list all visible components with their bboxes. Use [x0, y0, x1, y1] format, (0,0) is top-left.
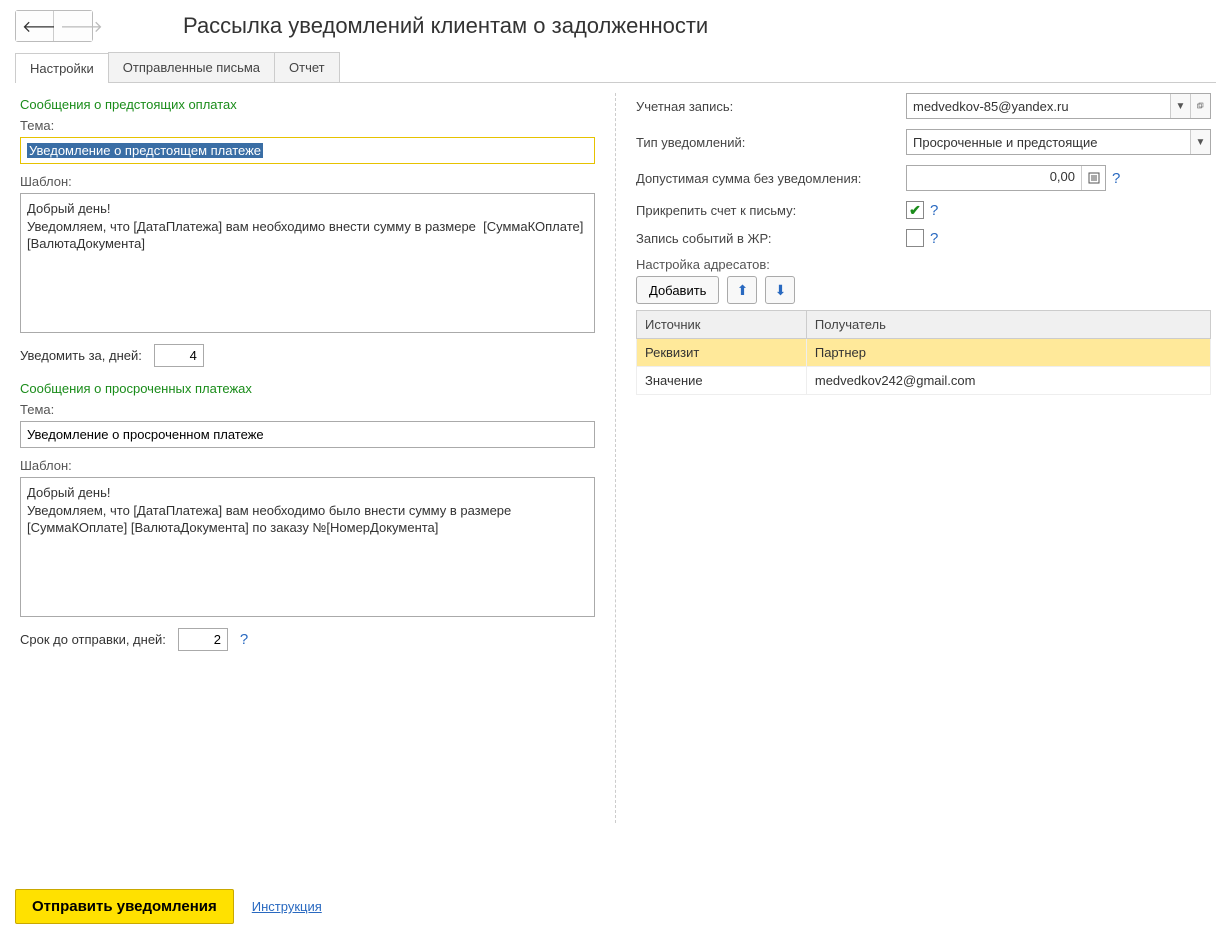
tab-sent-letters[interactable]: Отправленные письма — [108, 52, 275, 82]
send-notifications-button[interactable]: Отправить уведомления — [15, 889, 234, 924]
notify-days-label: Уведомить за, дней: — [20, 348, 142, 363]
upcoming-template-textarea[interactable] — [20, 193, 595, 333]
recipients-table: Источник Получатель Реквизит Партнер Зна… — [636, 310, 1211, 395]
overdue-subject-input[interactable] — [20, 421, 595, 448]
allowed-sum-label: Допустимая сумма без уведомления: — [636, 171, 906, 186]
help-icon[interactable]: ? — [930, 202, 938, 219]
move-up-button[interactable]: ⬆ — [727, 276, 757, 304]
notif-type-dropdown-button[interactable]: ▼ — [1190, 130, 1210, 154]
overdue-template-label: Шаблон: — [20, 458, 595, 473]
log-label: Запись событий в ЖР: — [636, 231, 906, 246]
upcoming-template-label: Шаблон: — [20, 174, 595, 189]
arrow-up-icon: ⬆ — [737, 282, 749, 299]
nav-back-button[interactable]: 🡐 — [16, 11, 54, 41]
upcoming-section-title: Сообщения о предстоящих оплатах — [20, 97, 595, 112]
instruction-link[interactable]: Инструкция — [252, 899, 322, 914]
account-open-button[interactable] — [1190, 94, 1210, 118]
overdue-subject-label: Тема: — [20, 402, 595, 417]
notif-type-combo[interactable]: Просроченные и предстоящие ▼ — [906, 129, 1211, 155]
help-icon[interactable]: ? — [930, 230, 938, 247]
tab-report[interactable]: Отчет — [274, 52, 340, 82]
notify-days-input[interactable] — [154, 344, 204, 367]
recipients-label: Настройка адресатов: — [636, 257, 1211, 272]
tab-settings[interactable]: Настройки — [15, 53, 109, 83]
help-icon[interactable]: ? — [1112, 170, 1120, 187]
table-row[interactable]: Реквизит Партнер — [637, 339, 1211, 367]
attach-checkbox[interactable]: ✔ — [906, 201, 924, 219]
send-due-days-input[interactable] — [178, 628, 228, 651]
table-row[interactable]: Значение medvedkov242@gmail.com — [637, 367, 1211, 395]
upcoming-subject-input[interactable]: Уведомление о предстоящем платеже — [20, 137, 595, 164]
attach-label: Прикрепить счет к письму: — [636, 203, 906, 218]
account-label: Учетная запись: — [636, 99, 906, 114]
col-source[interactable]: Источник — [637, 311, 807, 339]
account-dropdown-button[interactable]: ▼ — [1170, 94, 1190, 118]
overdue-section-title: Сообщения о просроченных платежах — [20, 381, 595, 396]
page-title: Рассылка уведомлений клиентам о задолжен… — [183, 13, 708, 39]
account-combo[interactable]: medvedkov-85@yandex.ru ▼ — [906, 93, 1211, 119]
arrow-down-icon: ⬇ — [775, 282, 787, 299]
add-button[interactable]: Добавить — [636, 276, 719, 304]
move-down-button[interactable]: ⬇ — [765, 276, 795, 304]
help-icon[interactable]: ? — [240, 631, 248, 648]
log-checkbox[interactable] — [906, 229, 924, 247]
allowed-sum-input[interactable]: 0,00 — [906, 165, 1106, 191]
send-due-days-label: Срок до отправки, дней: — [20, 632, 166, 647]
col-recipient[interactable]: Получатель — [806, 311, 1210, 339]
nav-forward-button[interactable]: 🡒 — [54, 11, 92, 41]
upcoming-subject-label: Тема: — [20, 118, 595, 133]
calculator-icon[interactable] — [1081, 166, 1105, 190]
overdue-template-textarea[interactable] — [20, 477, 595, 617]
notif-type-label: Тип уведомлений: — [636, 135, 906, 150]
